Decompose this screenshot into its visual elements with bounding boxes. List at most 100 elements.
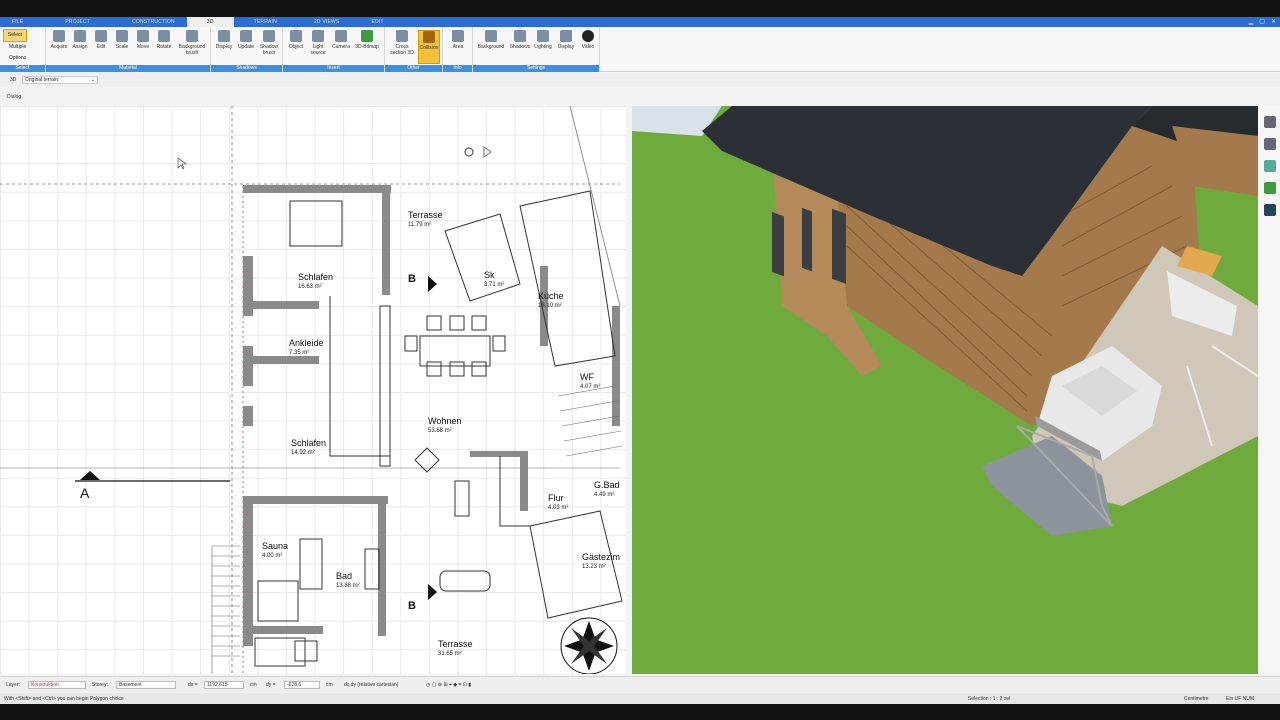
collision-tool[interactable]: Collision xyxy=(418,30,440,64)
terrain-dropdown[interactable]: Original terrain ⌄ xyxy=(22,76,98,84)
group-label-material: Material xyxy=(46,65,210,72)
room-area: 4.00 m² xyxy=(262,553,283,559)
window-controls: ▁ ▢ ✕ xyxy=(1249,18,1276,25)
selection-info: Selection : 1 : 2 sel xyxy=(968,696,1011,702)
tab-3d[interactable]: 3D xyxy=(186,17,234,27)
unit-info: Centimetre xyxy=(1184,696,1209,702)
section-label-a: A xyxy=(80,485,90,501)
group-label-select: Select xyxy=(0,65,45,72)
lighting-icon xyxy=(537,30,549,42)
object-icon xyxy=(290,30,302,42)
background-brush-icon xyxy=(186,30,198,42)
rotate-handle-icon[interactable] xyxy=(464,147,474,157)
layers-icon[interactable] xyxy=(1263,116,1276,128)
assign-tool[interactable]: Assign xyxy=(69,30,91,50)
select-panel: Select Multiple Options xyxy=(3,29,27,64)
room-area: 4.49 m² xyxy=(594,492,615,498)
group-label-shadows: Shadows xyxy=(211,65,282,72)
tab-edit[interactable]: EDIT xyxy=(351,17,395,27)
room-label: Sauna xyxy=(262,541,289,551)
group-shadows: Display Update Shadow brush Shadows xyxy=(211,27,283,72)
room-area: 31.65 m² xyxy=(438,651,462,657)
area-tool[interactable]: Area xyxy=(447,30,469,50)
terrain-value: Original terrain xyxy=(25,77,58,83)
shadow-brush-tool[interactable]: Shadow brush xyxy=(257,30,281,56)
tab-project[interactable]: PROJECT xyxy=(35,17,102,27)
cross-section-3d-tool[interactable]: Cross section 3D xyxy=(389,30,415,56)
room-label: Flur xyxy=(548,493,564,503)
room-label: Küche xyxy=(538,291,564,301)
tab-construction[interactable]: CONSTRUCTION xyxy=(102,17,187,27)
select-button[interactable]: Select xyxy=(3,29,27,42)
tab-terrain[interactable]: TERRAIN xyxy=(234,17,289,27)
camera-tool[interactable]: Camera xyxy=(330,30,352,50)
tree-icon[interactable] xyxy=(1263,182,1276,194)
dy-unit: cm xyxy=(326,682,333,688)
mode-label: 3D xyxy=(10,77,17,83)
cross-section-icon xyxy=(396,30,408,42)
group-settings: Background Shadows Lighting Display Vide… xyxy=(473,27,600,72)
multiple-dropdown[interactable]: Multiple xyxy=(3,42,27,53)
acquire-tool[interactable]: Acquire xyxy=(48,30,70,50)
move-tool[interactable]: Move xyxy=(132,30,154,50)
coord-mode-select[interactable]: dx,dy (relative cartesian) xyxy=(344,682,398,688)
layer-select[interactable]: Konstruktion xyxy=(28,681,86,689)
group-material: Acquire Assign Edit Scale Move Rotate Ba… xyxy=(46,27,211,72)
group-label-settings: Settings xyxy=(473,65,599,72)
3d-bitmap-tool[interactable]: 3D-Bitmap xyxy=(353,30,381,50)
scale-tool[interactable]: Scale xyxy=(111,30,133,50)
update-shadows-tool[interactable]: Update xyxy=(235,30,257,50)
group-insert: Object Light source Camera 3D-Bitmap Ins… xyxy=(283,27,385,72)
north-arrow-icon xyxy=(560,617,618,674)
maximize-icon[interactable]: ▢ xyxy=(1259,18,1265,25)
section-arrow-b-top-icon xyxy=(428,276,437,292)
room-label: Wohnen xyxy=(428,416,462,426)
storey-select[interactable]: Basement xyxy=(116,681,176,689)
background-brush-tool[interactable]: Background brush xyxy=(175,30,209,56)
navigation-icon[interactable] xyxy=(1263,204,1276,216)
chair-icon[interactable] xyxy=(1263,138,1276,150)
floor-plan-view[interactable]: Terrasse 11.79 m² Schlafen 16.63 m² Sk 3… xyxy=(0,106,626,674)
mouse-cursor-icon xyxy=(177,157,187,170)
room-area: 4.07 m² xyxy=(580,384,601,390)
monitor-icon xyxy=(560,30,572,42)
room-label: Terrasse xyxy=(438,639,473,649)
dx-input[interactable]: 1192.615 xyxy=(204,681,244,689)
room-area: 13.10 m² xyxy=(538,303,562,309)
room-area: 16.63 m² xyxy=(298,284,322,290)
status-bar: Layer: Konstruktion Storey: Basement dx … xyxy=(0,676,1280,692)
display-shadows-tool[interactable]: Display xyxy=(213,30,235,50)
hint-text: With <Shift> and <Ctrl> you can begin Po… xyxy=(4,696,124,702)
background-tool[interactable]: Background xyxy=(475,30,507,50)
3d-view[interactable] xyxy=(632,106,1258,674)
minimize-icon[interactable]: ▁ xyxy=(1249,18,1254,25)
section-label-b: B xyxy=(408,273,416,285)
dy-input[interactable]: -678.6 xyxy=(284,681,320,689)
snap-tools[interactable]: ◷ ▢ ⊕ ⊞ ⌖ ◆ ⌗ ⊡ ▮ xyxy=(426,682,471,688)
options-button[interactable]: Options xyxy=(3,53,27,64)
tab-2d-views[interactable]: 2D VIEWS xyxy=(289,17,352,27)
background-icon xyxy=(485,30,497,42)
room-area: 3.71 m² xyxy=(484,282,505,288)
rotate-tool[interactable]: Rotate xyxy=(153,30,175,50)
object-tool[interactable]: Object xyxy=(285,30,307,50)
lighting-tool[interactable]: Lighting xyxy=(532,30,554,50)
edit-tool[interactable]: Edit xyxy=(90,30,112,50)
chevron-down-icon: ⌄ xyxy=(90,77,95,83)
pipette-icon xyxy=(53,30,65,42)
room-area: 4.03 m² xyxy=(548,505,569,511)
play-icon xyxy=(582,30,594,42)
dialog-label: Dialog xyxy=(7,94,22,100)
rotate-icon xyxy=(158,30,170,42)
view-options-bar: 3D Original terrain ⌄ xyxy=(0,73,1280,87)
video-tool[interactable]: Video xyxy=(577,30,599,50)
display-settings-tool[interactable]: Display xyxy=(555,30,577,50)
tab-file[interactable]: FILE xyxy=(0,17,35,27)
group-other: Cross section 3D Collision Other xyxy=(385,27,443,72)
close-icon[interactable]: ✕ xyxy=(1271,18,1276,25)
light-source-tool[interactable]: Light source xyxy=(307,30,329,56)
palette-icon[interactable] xyxy=(1263,160,1276,172)
shadows-settings-tool[interactable]: Shadows xyxy=(509,30,531,50)
menu-bar: FILE PROJECT CONSTRUCTION 3D TERRAIN 2D … xyxy=(0,17,1280,27)
play-handle-icon[interactable] xyxy=(483,146,492,158)
